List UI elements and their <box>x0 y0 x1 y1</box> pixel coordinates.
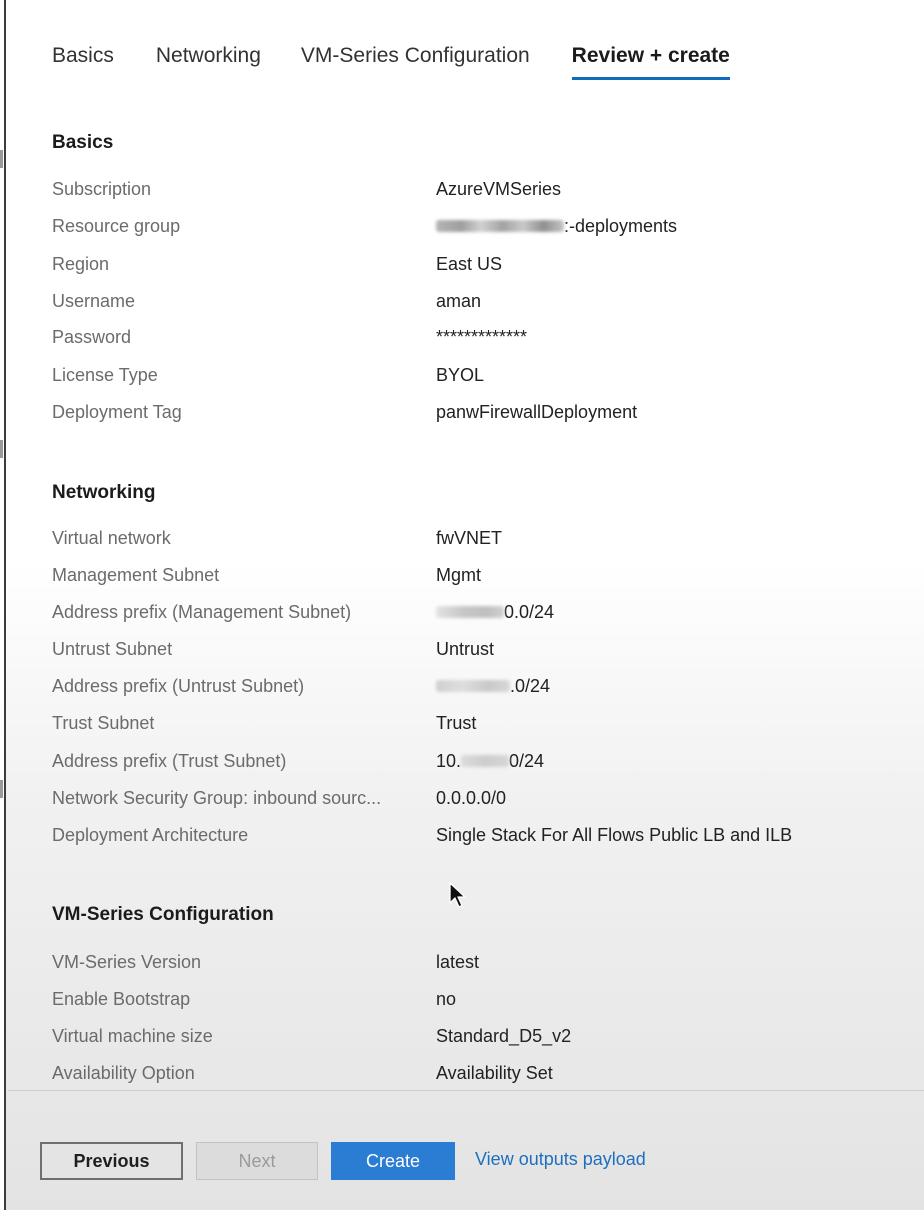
row-value: .0/24 <box>436 672 550 700</box>
summary-row: Untrust Subnet Untrust <box>52 635 912 663</box>
summary-row: Virtual machine size Standard_D5_v2 <box>52 1022 912 1050</box>
row-value: East US <box>436 254 503 274</box>
row-value: panwFirewallDeployment <box>436 402 638 422</box>
summary-row: Address prefix (Untrust Subnet) .0/24 <box>52 672 912 700</box>
summary-row: Network Security Group: inbound sourc...… <box>52 784 912 812</box>
address-prefix-suffix: 0/24 <box>509 751 545 771</box>
row-value: Standard_D5_v2 <box>436 1026 572 1046</box>
row-label: Virtual network <box>52 528 171 548</box>
row-label: Availability Option <box>52 1063 195 1083</box>
row-value: 0.0/24 <box>436 598 554 626</box>
summary-row: Address prefix (Trust Subnet) 10. 0/24 <box>52 747 912 775</box>
row-value: Untrust <box>436 639 495 659</box>
row-label: Management Subnet <box>52 565 220 585</box>
resource-group-suffix: :-deployments <box>564 216 678 236</box>
window-left-edge <box>0 0 6 1210</box>
row-label: Virtual machine size <box>52 1026 213 1046</box>
row-value: Trust <box>436 713 477 733</box>
summary-row: Enable Bootstrap no <box>52 985 912 1013</box>
row-value: Mgmt <box>436 565 481 585</box>
summary-row: Deployment Architecture Single Stack For… <box>52 821 912 849</box>
row-label: Resource group <box>52 216 181 236</box>
row-value: BYOL <box>436 365 485 385</box>
next-button[interactable]: Next <box>196 1142 318 1180</box>
summary-row: Subscription AzureVMSeries <box>52 175 912 203</box>
address-prefix-suffix: .0/24 <box>510 676 551 696</box>
summary-row: Management Subnet Mgmt <box>52 561 912 589</box>
redacted-text <box>436 679 510 692</box>
section-title-vm-series-configuration: VM-Series Configuration <box>52 904 274 925</box>
summary-row: Availability Option Availability Set <box>52 1059 912 1087</box>
section-title-basics: Basics <box>52 132 114 153</box>
row-value: fwVNET <box>436 528 503 548</box>
row-label: Enable Bootstrap <box>52 989 191 1009</box>
password-masked-value: ************* <box>436 327 528 347</box>
wizard-tabs: Basics Networking VM-Series Configuratio… <box>52 40 772 90</box>
view-outputs-payload-link[interactable]: View outputs payload <box>475 1149 646 1170</box>
row-label: Deployment Architecture <box>52 825 249 845</box>
row-label: VM-Series Version <box>52 952 202 972</box>
summary-row: Password ************* <box>52 323 912 351</box>
summary-row: Resource group :-deployments <box>52 212 912 240</box>
row-value: Single Stack For All Flows Public LB and… <box>436 825 793 845</box>
tab-networking[interactable]: Networking <box>156 40 261 80</box>
footer-divider <box>8 1090 924 1091</box>
mouse-pointer-icon <box>449 882 466 908</box>
summary-row: VM-Series Version latest <box>52 948 912 976</box>
row-value: 0.0.0.0/0 <box>436 788 507 808</box>
tab-vm-series-configuration[interactable]: VM-Series Configuration <box>301 40 530 80</box>
previous-button[interactable]: Previous <box>40 1142 183 1180</box>
redacted-text <box>436 605 504 618</box>
summary-row: Virtual network fwVNET <box>52 524 912 552</box>
summary-row: Deployment Tag panwFirewallDeployment <box>52 398 912 426</box>
row-label: Address prefix (Untrust Subnet) <box>52 676 305 696</box>
row-label: Region <box>52 254 110 274</box>
row-value: no <box>436 989 457 1009</box>
row-value: aman <box>436 291 482 311</box>
tab-review-create[interactable]: Review + create <box>571 40 730 80</box>
redacted-text <box>461 754 510 767</box>
address-prefix-start: 10. <box>436 751 462 771</box>
summary-row: License Type BYOL <box>52 361 912 389</box>
row-label: Address prefix (Management Subnet) <box>52 602 352 622</box>
summary-row: Address prefix (Management Subnet) 0.0/2… <box>52 598 912 626</box>
row-label: Deployment Tag <box>52 402 182 422</box>
row-label: Subscription <box>52 179 152 199</box>
row-value: 10. 0/24 <box>436 747 544 775</box>
tab-basics[interactable]: Basics <box>52 40 114 80</box>
row-label: Trust Subnet <box>52 713 155 733</box>
address-prefix-suffix: 0.0/24 <box>504 602 555 622</box>
row-label: Username <box>52 291 136 311</box>
row-label: Network Security Group: inbound sourc... <box>52 788 382 808</box>
row-value: Availability Set <box>436 1063 553 1083</box>
create-button[interactable]: Create <box>331 1142 455 1180</box>
row-label: Untrust Subnet <box>52 639 173 659</box>
redacted-text <box>436 219 564 232</box>
summary-row: Username aman <box>52 287 912 315</box>
summary-row: Trust Subnet Trust <box>52 709 912 737</box>
row-value: AzureVMSeries <box>436 179 562 199</box>
section-title-networking: Networking <box>52 482 156 503</box>
row-value: latest <box>436 952 480 972</box>
row-label: License Type <box>52 365 158 385</box>
row-value: :-deployments <box>436 212 677 240</box>
summary-row: Region East US <box>52 250 912 278</box>
row-label: Address prefix (Trust Subnet) <box>52 751 287 771</box>
row-label: Password <box>52 327 132 347</box>
